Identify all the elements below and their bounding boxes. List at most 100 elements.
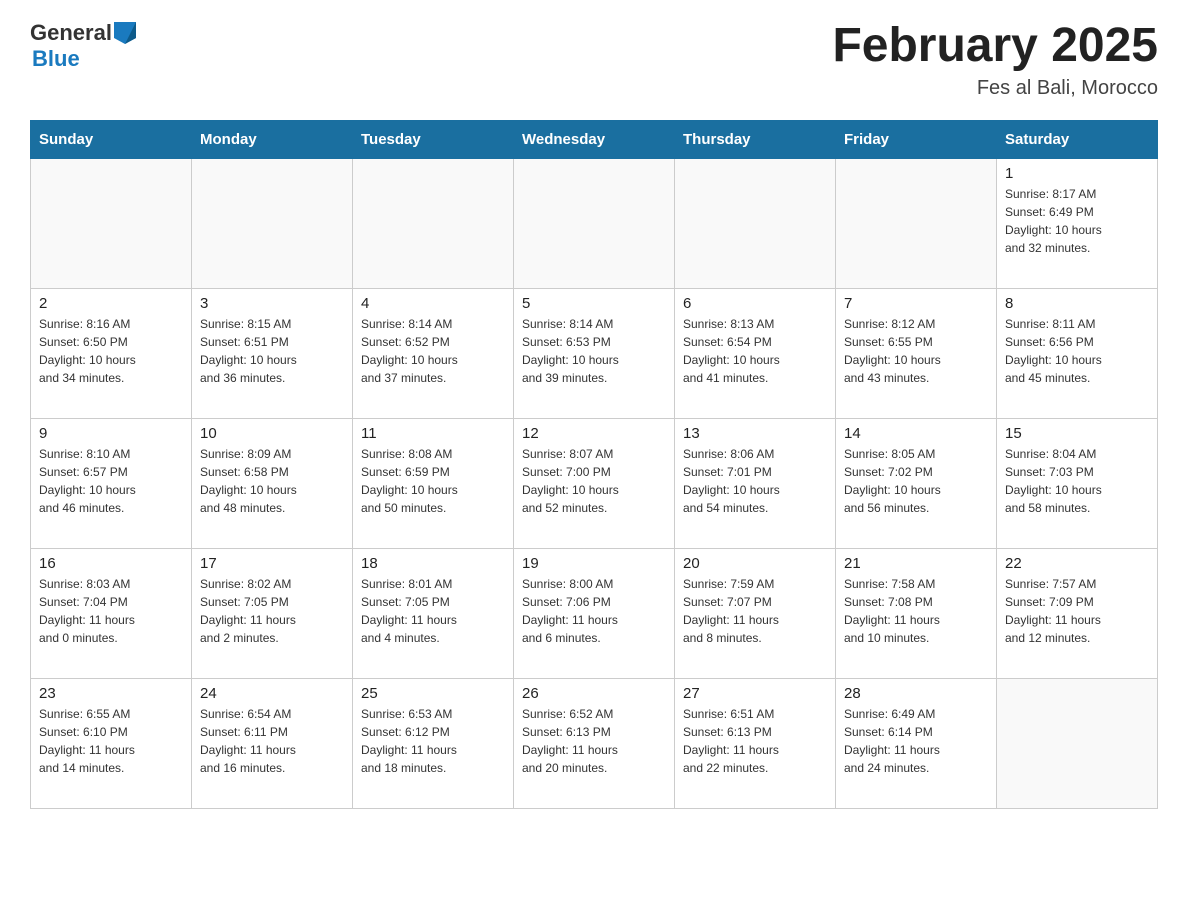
day-number: 2 <box>39 295 183 312</box>
calendar-cell: 26Sunrise: 6:52 AM Sunset: 6:13 PM Dayli… <box>514 678 675 808</box>
calendar-cell: 9 Sunrise: 8:10 AM Sunset: 6:57 PM Daylig… <box>31 418 192 548</box>
day-number: 1 <box>1005 165 1149 182</box>
calendar-cell <box>353 158 514 288</box>
logo-text-blue: Blue <box>32 46 80 72</box>
day-info: Sunrise: 8:03 AM Sunset: 7:04 PM Dayligh… <box>39 575 183 647</box>
calendar-cell: 24 Sunrise: 6:54 AM Sunset: 6:11 PM Dayli… <box>192 678 353 808</box>
calendar-cell: 12Sunrise: 8:07 AM Sunset: 7:00 PM Dayli… <box>514 418 675 548</box>
day-number: 22 <box>1005 555 1149 572</box>
calendar-cell <box>31 158 192 288</box>
day-number: 8 <box>1005 295 1149 312</box>
logo: General Blue <box>30 20 136 72</box>
calendar-cell <box>836 158 997 288</box>
day-number: 19 <box>522 555 666 572</box>
calendar-cell <box>997 678 1158 808</box>
calendar-cell: 16 Sunrise: 8:03 AM Sunset: 7:04 PM Dayli… <box>31 548 192 678</box>
calendar-cell <box>514 158 675 288</box>
weekday-header-friday: Friday <box>836 120 997 158</box>
day-info: Sunrise: 8:08 AM Sunset: 6:59 PM Dayligh… <box>361 445 505 517</box>
weekday-header-monday: Monday <box>192 120 353 158</box>
weekday-header-sunday: Sunday <box>31 120 192 158</box>
calendar-cell <box>675 158 836 288</box>
calendar-cell: 23Sunrise: 6:55 AM Sunset: 6:10 PM Dayli… <box>31 678 192 808</box>
calendar-cell: 10 Sunrise: 8:09 AM Sunset: 6:58 PM Dayli… <box>192 418 353 548</box>
day-number: 6 <box>683 295 827 312</box>
day-number: 20 <box>683 555 827 572</box>
day-info: Sunrise: 8:09 AM Sunset: 6:58 PM Dayligh… <box>200 445 344 517</box>
calendar-cell: 3 Sunrise: 8:15 AM Sunset: 6:51 PM Daylig… <box>192 288 353 418</box>
day-number: 18 <box>361 555 505 572</box>
day-info: Sunrise: 8:05 AM Sunset: 7:02 PM Dayligh… <box>844 445 988 517</box>
day-info: Sunrise: 8:12 AM Sunset: 6:55 PM Dayligh… <box>844 315 988 387</box>
calendar-week-3: 9 Sunrise: 8:10 AM Sunset: 6:57 PM Daylig… <box>31 418 1158 548</box>
day-info: Sunrise: 6:53 AM Sunset: 6:12 PM Dayligh… <box>361 705 505 777</box>
weekday-header-tuesday: Tuesday <box>353 120 514 158</box>
calendar-week-2: 2 Sunrise: 8:16 AM Sunset: 6:50 PM Daylig… <box>31 288 1158 418</box>
calendar-cell: 8 Sunrise: 8:11 AM Sunset: 6:56 PM Daylig… <box>997 288 1158 418</box>
calendar-table: SundayMondayTuesdayWednesdayThursdayFrid… <box>30 120 1158 809</box>
day-info: Sunrise: 8:02 AM Sunset: 7:05 PM Dayligh… <box>200 575 344 647</box>
day-number: 3 <box>200 295 344 312</box>
day-info: Sunrise: 8:13 AM Sunset: 6:54 PM Dayligh… <box>683 315 827 387</box>
day-number: 13 <box>683 425 827 442</box>
calendar-cell: 18 Sunrise: 8:01 AM Sunset: 7:05 PM Dayli… <box>353 548 514 678</box>
day-number: 7 <box>844 295 988 312</box>
calendar-cell: 7 Sunrise: 8:12 AM Sunset: 6:55 PM Daylig… <box>836 288 997 418</box>
day-info: Sunrise: 8:10 AM Sunset: 6:57 PM Dayligh… <box>39 445 183 517</box>
day-info: Sunrise: 6:49 AM Sunset: 6:14 PM Dayligh… <box>844 705 988 777</box>
logo-text-general: General <box>30 20 112 46</box>
day-info: Sunrise: 8:17 AM Sunset: 6:49 PM Dayligh… <box>1005 185 1149 257</box>
calendar-subtitle: Fes al Bali, Morocco <box>832 77 1158 100</box>
calendar-cell: 6 Sunrise: 8:13 AM Sunset: 6:54 PM Daylig… <box>675 288 836 418</box>
day-number: 12 <box>522 425 666 442</box>
day-info: Sunrise: 8:16 AM Sunset: 6:50 PM Dayligh… <box>39 315 183 387</box>
day-info: Sunrise: 7:57 AM Sunset: 7:09 PM Dayligh… <box>1005 575 1149 647</box>
weekday-header-wednesday: Wednesday <box>514 120 675 158</box>
calendar-cell: 19 Sunrise: 8:00 AM Sunset: 7:06 PM Dayli… <box>514 548 675 678</box>
day-info: Sunrise: 8:00 AM Sunset: 7:06 PM Dayligh… <box>522 575 666 647</box>
calendar-cell: 17 Sunrise: 8:02 AM Sunset: 7:05 PM Dayli… <box>192 548 353 678</box>
calendar-cell: 25Sunrise: 6:53 AM Sunset: 6:12 PM Dayli… <box>353 678 514 808</box>
day-number: 15 <box>1005 425 1149 442</box>
day-number: 27 <box>683 685 827 702</box>
weekday-header-thursday: Thursday <box>675 120 836 158</box>
calendar-cell: 5Sunrise: 8:14 AM Sunset: 6:53 PM Daylig… <box>514 288 675 418</box>
day-number: 9 <box>39 425 183 442</box>
day-info: Sunrise: 6:51 AM Sunset: 6:13 PM Dayligh… <box>683 705 827 777</box>
day-info: Sunrise: 7:58 AM Sunset: 7:08 PM Dayligh… <box>844 575 988 647</box>
calendar-cell: 2 Sunrise: 8:16 AM Sunset: 6:50 PM Daylig… <box>31 288 192 418</box>
page-header: General Blue February 2025 Fes al Bali, … <box>30 20 1158 100</box>
day-info: Sunrise: 8:14 AM Sunset: 6:52 PM Dayligh… <box>361 315 505 387</box>
day-number: 24 <box>200 685 344 702</box>
day-number: 5 <box>522 295 666 312</box>
calendar-week-5: 23Sunrise: 6:55 AM Sunset: 6:10 PM Dayli… <box>31 678 1158 808</box>
calendar-cell: 13 Sunrise: 8:06 AM Sunset: 7:01 PM Dayli… <box>675 418 836 548</box>
day-info: Sunrise: 8:06 AM Sunset: 7:01 PM Dayligh… <box>683 445 827 517</box>
day-number: 16 <box>39 555 183 572</box>
day-number: 28 <box>844 685 988 702</box>
calendar-cell: 21 Sunrise: 7:58 AM Sunset: 7:08 PM Dayli… <box>836 548 997 678</box>
calendar-cell: 22 Sunrise: 7:57 AM Sunset: 7:09 PM Dayli… <box>997 548 1158 678</box>
calendar-week-4: 16 Sunrise: 8:03 AM Sunset: 7:04 PM Dayli… <box>31 548 1158 678</box>
calendar-week-1: 1 Sunrise: 8:17 AM Sunset: 6:49 PM Daylig… <box>31 158 1158 288</box>
day-number: 4 <box>361 295 505 312</box>
day-number: 21 <box>844 555 988 572</box>
day-info: Sunrise: 6:54 AM Sunset: 6:11 PM Dayligh… <box>200 705 344 777</box>
calendar-cell: 15 Sunrise: 8:04 AM Sunset: 7:03 PM Dayli… <box>997 418 1158 548</box>
calendar-cell: 28 Sunrise: 6:49 AM Sunset: 6:14 PM Dayli… <box>836 678 997 808</box>
calendar-cell: 14Sunrise: 8:05 AM Sunset: 7:02 PM Dayli… <box>836 418 997 548</box>
day-info: Sunrise: 8:15 AM Sunset: 6:51 PM Dayligh… <box>200 315 344 387</box>
day-number: 10 <box>200 425 344 442</box>
weekday-header-saturday: Saturday <box>997 120 1158 158</box>
title-block: February 2025 Fes al Bali, Morocco <box>832 20 1158 100</box>
day-number: 26 <box>522 685 666 702</box>
day-info: Sunrise: 6:55 AM Sunset: 6:10 PM Dayligh… <box>39 705 183 777</box>
calendar-title: February 2025 <box>832 20 1158 73</box>
day-info: Sunrise: 8:11 AM Sunset: 6:56 PM Dayligh… <box>1005 315 1149 387</box>
day-number: 17 <box>200 555 344 572</box>
day-info: Sunrise: 8:04 AM Sunset: 7:03 PM Dayligh… <box>1005 445 1149 517</box>
calendar-cell: 27 Sunrise: 6:51 AM Sunset: 6:13 PM Dayli… <box>675 678 836 808</box>
calendar-cell <box>192 158 353 288</box>
logo-icon <box>114 22 136 44</box>
day-info: Sunrise: 8:01 AM Sunset: 7:05 PM Dayligh… <box>361 575 505 647</box>
